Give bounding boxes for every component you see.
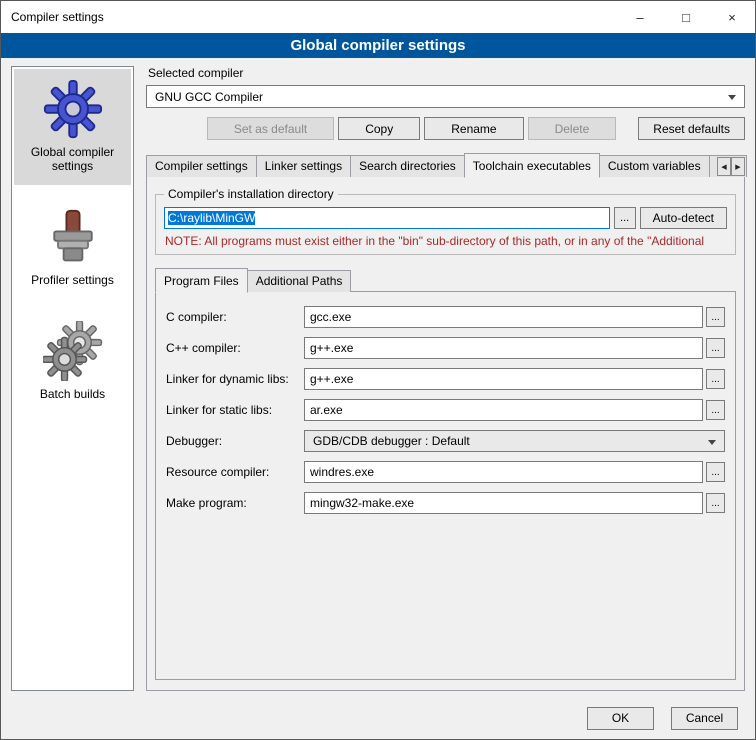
stacked-gears-icon: [43, 321, 103, 381]
minimize-button[interactable]: –: [617, 1, 663, 33]
gear-icon: [43, 79, 103, 139]
tab-linker-settings[interactable]: Linker settings: [256, 155, 351, 177]
linker-static-row: Linker for static libs: ar.exe ...: [166, 399, 725, 421]
main-panel: Selected compiler GNU GCC Compiler Set a…: [146, 66, 745, 691]
sidebar-item-profiler-settings[interactable]: Profiler settings: [14, 197, 131, 299]
cancel-button[interactable]: Cancel: [671, 707, 738, 730]
compiler-settings-window: Compiler settings – □ × Global compiler …: [0, 0, 756, 740]
linker-static-browse-button[interactable]: ...: [706, 400, 725, 420]
titlebar: Compiler settings – □ ×: [1, 1, 755, 33]
c-compiler-browse-button[interactable]: ...: [706, 307, 725, 327]
debugger-label: Debugger:: [166, 434, 304, 448]
tab-scroll-buttons: ◀ ▶: [717, 157, 745, 176]
close-button[interactable]: ×: [709, 1, 755, 33]
make-program-row: Make program: mingw32-make.exe ...: [166, 492, 725, 514]
compiler-select[interactable]: GNU GCC Compiler: [146, 85, 745, 108]
window-controls: – □ ×: [617, 1, 755, 33]
dropdown-arrow-icon: [708, 440, 716, 445]
linker-static-value: ar.exe: [310, 403, 343, 417]
debugger-row: Debugger: GDB/CDB debugger : Default: [166, 430, 725, 452]
install-dir-value: C:\raylib\MinGW: [168, 211, 255, 225]
c-compiler-input[interactable]: gcc.exe: [304, 306, 703, 328]
program-files-panel: C compiler: gcc.exe ... C++ compiler: g+…: [155, 291, 736, 680]
tab-search-directories[interactable]: Search directories: [350, 155, 465, 177]
ok-button[interactable]: OK: [587, 707, 654, 730]
cpp-compiler-row: C++ compiler: g++.exe ...: [166, 337, 725, 359]
window-title: Compiler settings: [11, 10, 104, 24]
install-note-text: NOTE: All programs must exist either in …: [165, 234, 727, 248]
make-program-browse-button[interactable]: ...: [706, 493, 725, 513]
debugger-value: GDB/CDB debugger : Default: [313, 434, 470, 448]
linker-dynamic-value: g++.exe: [310, 372, 353, 386]
resource-compiler-value: windres.exe: [310, 465, 374, 479]
toolchain-executables-panel: Compiler's installation directory C:\ray…: [146, 176, 745, 691]
linker-dynamic-row: Linker for dynamic libs: g++.exe ...: [166, 368, 725, 390]
installation-directory-legend: Compiler's installation directory: [164, 187, 338, 201]
sidebar-item-label: Profiler settings: [31, 273, 114, 287]
compiler-select-value: GNU GCC Compiler: [155, 90, 263, 104]
compiler-actions: Set as default Copy Rename Delete Reset …: [146, 117, 745, 140]
installation-directory-row: C:\raylib\MinGW ... Auto-detect: [164, 207, 727, 229]
copy-button[interactable]: Copy: [338, 117, 420, 140]
profiler-tool-icon: [43, 207, 103, 267]
selected-compiler-label: Selected compiler: [148, 66, 745, 80]
settings-sidebar: Global compiler settings Profiler settin…: [11, 66, 134, 691]
linker-dynamic-input[interactable]: g++.exe: [304, 368, 703, 390]
dialog-body: Global compiler settings Profiler settin…: [1, 58, 755, 697]
tab-compiler-settings[interactable]: Compiler settings: [146, 155, 257, 177]
resource-compiler-row: Resource compiler: windres.exe ...: [166, 461, 725, 483]
c-compiler-label: C compiler:: [166, 310, 304, 324]
autodetect-button[interactable]: Auto-detect: [640, 207, 727, 229]
rename-button[interactable]: Rename: [424, 117, 523, 140]
settings-tabstrip: Compiler settings Linker settings Search…: [146, 153, 745, 177]
subtab-program-files[interactable]: Program Files: [155, 268, 248, 293]
resource-compiler-input[interactable]: windres.exe: [304, 461, 703, 483]
program-files-tabstrip: Program Files Additional Paths: [155, 268, 736, 292]
debugger-select[interactable]: GDB/CDB debugger : Default: [304, 430, 725, 452]
cpp-compiler-value: g++.exe: [310, 341, 353, 355]
page-title: Global compiler settings: [1, 33, 755, 58]
sidebar-item-batch-builds[interactable]: Batch builds: [14, 311, 131, 413]
set-as-default-button[interactable]: Set as default: [207, 117, 334, 140]
install-dir-browse-button[interactable]: ...: [614, 207, 636, 229]
linker-dynamic-browse-button[interactable]: ...: [706, 369, 725, 389]
sidebar-item-label: Global compiler settings: [16, 145, 129, 173]
linker-static-label: Linker for static libs:: [166, 403, 304, 417]
resource-compiler-browse-button[interactable]: ...: [706, 462, 725, 482]
cpp-compiler-browse-button[interactable]: ...: [706, 338, 725, 358]
dialog-footer: OK Cancel: [1, 697, 755, 739]
cpp-compiler-input[interactable]: g++.exe: [304, 337, 703, 359]
subtab-additional-paths[interactable]: Additional Paths: [247, 270, 352, 292]
delete-button[interactable]: Delete: [528, 117, 617, 140]
maximize-button[interactable]: □: [663, 1, 709, 33]
reset-defaults-button[interactable]: Reset defaults: [638, 117, 745, 140]
c-compiler-row: C compiler: gcc.exe ...: [166, 306, 725, 328]
sidebar-item-label: Batch builds: [40, 387, 105, 401]
tab-scroll-left-icon[interactable]: ◀: [717, 157, 731, 176]
dropdown-arrow-icon: [728, 95, 736, 100]
make-program-value: mingw32-make.exe: [310, 496, 414, 510]
install-dir-input[interactable]: C:\raylib\MinGW: [164, 207, 610, 229]
cpp-compiler-label: C++ compiler:: [166, 341, 304, 355]
make-program-label: Make program:: [166, 496, 304, 510]
installation-directory-group: Compiler's installation directory C:\ray…: [155, 187, 736, 255]
linker-static-input[interactable]: ar.exe: [304, 399, 703, 421]
tab-toolchain-executables[interactable]: Toolchain executables: [464, 153, 600, 178]
tab-scroll-right-icon[interactable]: ▶: [731, 157, 745, 176]
resource-compiler-label: Resource compiler:: [166, 465, 304, 479]
linker-dynamic-label: Linker for dynamic libs:: [166, 372, 304, 386]
tab-custom-variables[interactable]: Custom variables: [599, 155, 710, 177]
sidebar-item-global-compiler-settings[interactable]: Global compiler settings: [14, 69, 131, 185]
c-compiler-value: gcc.exe: [310, 310, 351, 324]
make-program-input[interactable]: mingw32-make.exe: [304, 492, 703, 514]
